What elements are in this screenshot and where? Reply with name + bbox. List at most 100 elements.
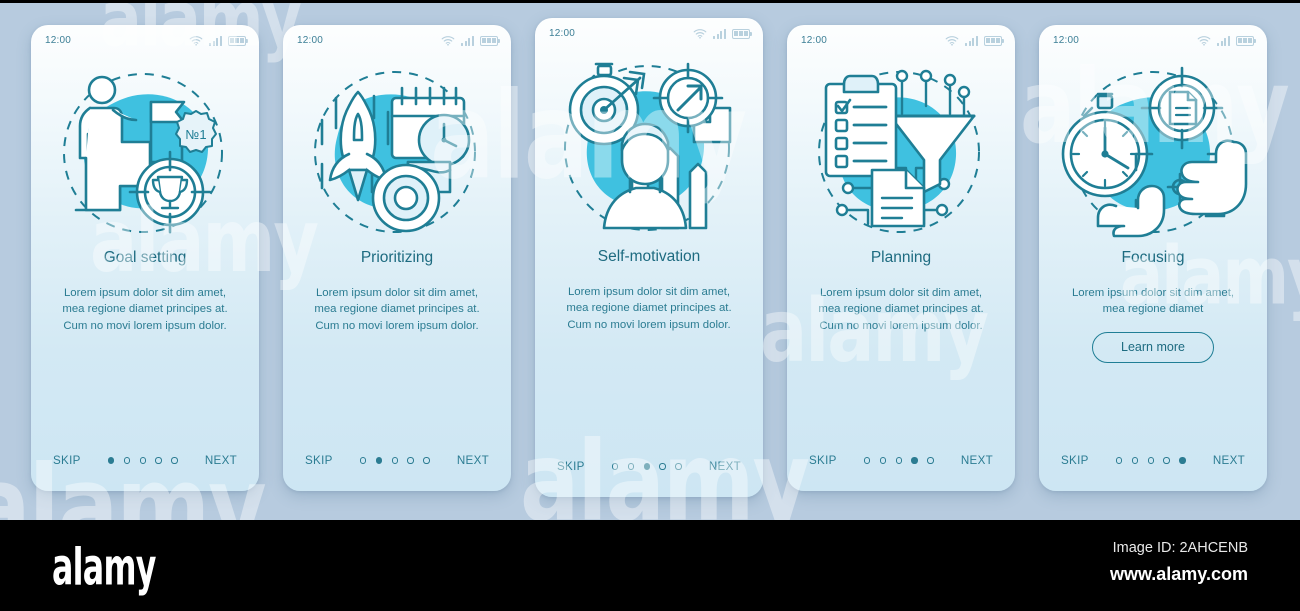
pagination-dots <box>611 463 682 470</box>
dot-4[interactable] <box>155 457 162 464</box>
dot-1[interactable] <box>359 457 367 464</box>
signal-icon <box>1217 35 1230 46</box>
page-description: Lorem ipsum dolor sit dim amet, mea regi… <box>1071 287 1235 316</box>
next-button[interactable]: NEXT <box>709 460 741 473</box>
dot-2[interactable] <box>627 463 635 470</box>
onboarding-nav: SKIP NEXT <box>31 454 259 491</box>
battery-icon <box>732 28 753 39</box>
website-url: www.alamy.com <box>1109 564 1248 584</box>
skip-button[interactable]: SKIP <box>305 454 333 467</box>
illustration-self-motivation <box>535 48 763 246</box>
signal-icon <box>713 28 726 39</box>
page-description: Lorem ipsum dolor sit dim amet, mea regi… <box>566 286 732 331</box>
illustration-goal-setting: №1 <box>31 55 259 247</box>
dot-5[interactable] <box>423 457 430 464</box>
dot-4[interactable] <box>1163 457 1170 464</box>
next-button[interactable]: NEXT <box>1213 454 1245 467</box>
page-description: Lorem ipsum dolor sit dim amet, mea regi… <box>314 287 480 332</box>
svg-text:№1: №1 <box>185 127 206 142</box>
dot-3[interactable] <box>643 463 650 470</box>
wifi-icon <box>189 35 203 46</box>
dot-3[interactable] <box>139 457 146 464</box>
status-icons <box>1197 35 1257 46</box>
dot-4[interactable] <box>659 463 666 470</box>
onboarding-nav: SKIP NEXT <box>535 460 763 497</box>
phone-screen-prioritizing: 12:00 Prioritizing Lorem ipsum dolor sit… <box>283 25 511 491</box>
image-id-label: Image ID: 2AHCENB <box>1112 540 1248 556</box>
pagination-dots <box>107 457 178 464</box>
battery-icon <box>480 35 501 46</box>
battery-icon <box>984 35 1005 46</box>
illustration-prioritizing <box>283 55 511 247</box>
status-bar: 12:00 <box>535 18 763 48</box>
dot-2[interactable] <box>879 457 887 464</box>
dot-4[interactable] <box>911 457 918 464</box>
status-bar: 12:00 <box>787 25 1015 55</box>
dot-4[interactable] <box>407 457 414 464</box>
wifi-icon <box>441 35 455 46</box>
dot-2[interactable] <box>1131 457 1139 464</box>
pagination-dots <box>359 457 430 464</box>
phone-screen-goal-setting: 12:00 №1 Goal setting Lorem ipsum dolor … <box>31 25 259 491</box>
top-divider <box>0 0 1300 3</box>
next-button[interactable]: NEXT <box>457 454 489 467</box>
status-bar: 12:00 <box>283 25 511 55</box>
skip-button[interactable]: SKIP <box>809 454 837 467</box>
learn-more-wrap: Learn more <box>1039 331 1267 363</box>
dot-2[interactable] <box>375 457 383 464</box>
onboarding-nav: SKIP NEXT <box>787 454 1015 491</box>
alamy-footer-bar: alamy Image ID: 2AHCENB www.alamy.com <box>0 520 1300 611</box>
dot-1[interactable] <box>107 457 115 464</box>
status-time: 12:00 <box>297 34 324 46</box>
learn-more-button[interactable]: Learn more <box>1092 331 1214 363</box>
page-title: Planning <box>870 249 932 266</box>
page-title: Self-motivation <box>597 248 701 265</box>
dot-1[interactable] <box>863 457 871 464</box>
wifi-icon <box>693 28 707 39</box>
phone-screen-focusing: 12:00 Focusing Lorem ipsum dolor sit dim… <box>1039 25 1267 491</box>
status-bar: 12:00 <box>31 25 259 55</box>
pagination-dots <box>863 457 934 464</box>
wifi-icon <box>945 35 959 46</box>
status-icons <box>189 35 249 46</box>
page-description: Lorem ipsum dolor sit dim amet, mea regi… <box>62 287 228 332</box>
wifi-icon <box>1197 35 1211 46</box>
onboarding-screens: 12:00 №1 Goal setting Lorem ipsum dolor … <box>0 0 1300 520</box>
onboarding-nav: SKIP NEXT <box>1039 454 1267 491</box>
page-title: Prioritizing <box>360 249 434 266</box>
signal-icon <box>209 35 222 46</box>
status-time: 12:00 <box>1053 34 1080 46</box>
battery-icon <box>1236 35 1257 46</box>
skip-button[interactable]: SKIP <box>53 454 81 467</box>
dot-5[interactable] <box>171 457 178 464</box>
dot-5[interactable] <box>675 463 682 470</box>
skip-button[interactable]: SKIP <box>557 460 585 473</box>
dot-2[interactable] <box>123 457 131 464</box>
dot-3[interactable] <box>895 457 902 464</box>
dot-5[interactable] <box>1179 457 1186 464</box>
pagination-dots <box>1115 457 1186 464</box>
alamy-logo: alamy <box>52 538 156 598</box>
status-time: 12:00 <box>801 34 828 46</box>
page-description: Lorem ipsum dolor sit dim amet, mea regi… <box>818 287 984 332</box>
phone-screen-planning: 12:00 Planning Lorem ipsum dolor sit dim… <box>787 25 1015 491</box>
status-time: 12:00 <box>45 34 72 46</box>
signal-icon <box>965 35 978 46</box>
status-icons <box>441 35 501 46</box>
status-time: 12:00 <box>549 27 576 39</box>
next-button[interactable]: NEXT <box>961 454 993 467</box>
dot-1[interactable] <box>1115 457 1123 464</box>
skip-button[interactable]: SKIP <box>1061 454 1089 467</box>
onboarding-nav: SKIP NEXT <box>283 454 511 491</box>
illustration-planning <box>787 55 1015 247</box>
dot-1[interactable] <box>611 463 619 470</box>
page-title: Goal setting <box>103 249 187 266</box>
signal-icon <box>461 35 474 46</box>
dot-3[interactable] <box>391 457 398 464</box>
status-icons <box>945 35 1005 46</box>
dot-5[interactable] <box>927 457 934 464</box>
dot-3[interactable] <box>1147 457 1154 464</box>
page-title: Focusing <box>1121 249 1185 266</box>
status-bar: 12:00 <box>1039 25 1267 55</box>
next-button[interactable]: NEXT <box>205 454 237 467</box>
